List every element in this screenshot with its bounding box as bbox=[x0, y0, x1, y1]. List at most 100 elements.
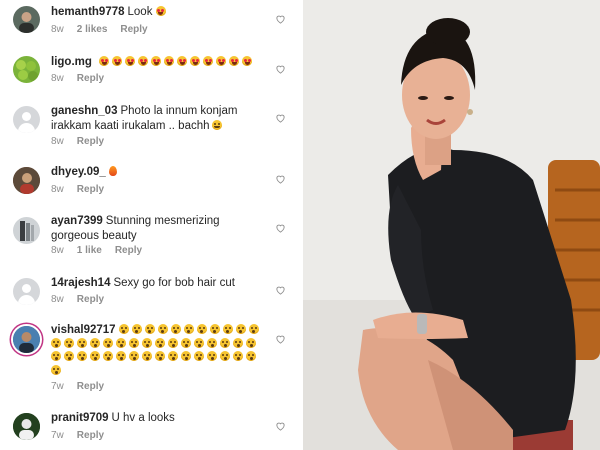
like-heart-icon[interactable] bbox=[275, 285, 286, 295]
comment-body: ganeshn_03 Photo la innum konjam irakkam … bbox=[51, 104, 266, 133]
comment-username[interactable]: dhyey.09_ bbox=[51, 166, 106, 178]
wow-emoji-icon bbox=[103, 337, 113, 348]
reply-button[interactable]: Reply bbox=[77, 430, 104, 441]
heart-eyes-emoji-icon bbox=[242, 56, 253, 66]
avatar-default[interactable] bbox=[13, 106, 40, 133]
comment-username[interactable]: hemanth9778 bbox=[51, 6, 125, 18]
wow-emoji-icon bbox=[131, 324, 142, 334]
heart-eyes-emoji-icon bbox=[155, 6, 166, 16]
reply-button[interactable]: Reply bbox=[77, 381, 104, 392]
heart-eyes-emoji-icon bbox=[216, 56, 227, 66]
heart-eyes-emoji-icon bbox=[125, 56, 136, 66]
hugging-emoji-icon bbox=[211, 119, 222, 130]
like-heart-icon[interactable] bbox=[275, 223, 286, 233]
comment-username[interactable]: vishal92717 bbox=[51, 324, 116, 336]
comment-text: Look bbox=[127, 6, 153, 18]
wow-emoji-icon bbox=[248, 324, 259, 334]
reply-button[interactable]: Reply bbox=[77, 184, 104, 195]
comment-username[interactable]: ligo.mg bbox=[51, 56, 92, 68]
comment-body: hemanth9778 Look bbox=[51, 5, 266, 20]
heart-eyes-emoji-icon bbox=[177, 56, 188, 66]
comments-panel: hemanth9778 Look 8w 2 likes Reply ligo.mg 8… bbox=[0, 0, 300, 450]
wow-emoji-icon bbox=[77, 351, 87, 361]
wow-emoji-icon bbox=[64, 351, 74, 361]
comment-username[interactable]: pranit9709 bbox=[51, 412, 109, 424]
wow-emoji-icon bbox=[90, 351, 100, 361]
heart-eyes-emoji-icon bbox=[99, 56, 110, 66]
comment-body: pranit9709 U hv a looks bbox=[51, 411, 266, 426]
avatar-photo-icon bbox=[16, 60, 38, 81]
like-heart-icon[interactable] bbox=[275, 64, 286, 74]
avatar[interactable] bbox=[13, 56, 40, 83]
avatar-default[interactable] bbox=[13, 278, 40, 305]
comment-time: 8w bbox=[51, 136, 64, 147]
avatar[interactable] bbox=[13, 167, 40, 194]
comment-meta: 8w 2 likes Reply bbox=[51, 24, 161, 35]
comment-time: 8w bbox=[51, 245, 64, 256]
avatar-photo-icon bbox=[20, 221, 34, 241]
comment-body: vishal92717 bbox=[51, 324, 266, 378]
comment-username[interactable]: 14rajesh14 bbox=[51, 277, 110, 289]
wow-emoji-icon bbox=[222, 324, 233, 334]
wow-emoji-icon bbox=[116, 337, 126, 348]
comment-meta: 7w Reply bbox=[51, 430, 117, 441]
post-photo[interactable] bbox=[303, 0, 600, 450]
comment-time: 8w bbox=[51, 184, 64, 195]
comment-meta: 8w Reply bbox=[51, 294, 117, 305]
wow-emoji-icon bbox=[129, 337, 139, 348]
comment-body: 14rajesh14 Sexy go for bob hair cut bbox=[51, 276, 266, 291]
like-heart-icon[interactable] bbox=[275, 113, 286, 123]
wow-emoji-icon bbox=[220, 351, 230, 361]
wow-emoji-icon bbox=[157, 324, 168, 334]
like-heart-icon[interactable] bbox=[275, 14, 286, 24]
wow-emoji-icon bbox=[90, 337, 100, 348]
wow-emoji-icon bbox=[103, 351, 113, 361]
comment-username[interactable]: ayan7399 bbox=[51, 215, 103, 227]
avatar[interactable] bbox=[13, 6, 40, 33]
avatar-photo-icon bbox=[13, 326, 40, 353]
wow-emoji-icon bbox=[207, 337, 217, 348]
wow-emoji-icon bbox=[170, 324, 181, 334]
heart-eyes-emoji-icon bbox=[112, 56, 123, 66]
wow-emoji-icon bbox=[51, 337, 61, 348]
comment-time: 8w bbox=[51, 24, 64, 35]
wow-emoji-icon bbox=[194, 351, 204, 361]
wow-emoji-icon bbox=[51, 351, 61, 361]
comment-likes[interactable]: 2 likes bbox=[77, 24, 108, 35]
comment-time: 7w bbox=[51, 381, 64, 392]
heart-eyes-emoji-icon bbox=[190, 56, 201, 66]
wow-emoji-icon bbox=[51, 364, 61, 375]
comment-time: 8w bbox=[51, 73, 64, 84]
avatar[interactable] bbox=[13, 217, 40, 244]
heart-eyes-emoji-icon bbox=[229, 56, 240, 66]
wow-emoji-icon bbox=[181, 351, 191, 361]
wow-emoji-icon bbox=[194, 337, 204, 348]
comment-meta: 7w Reply bbox=[51, 381, 117, 392]
wow-emoji-icon bbox=[155, 337, 165, 348]
reply-button[interactable]: Reply bbox=[77, 294, 104, 305]
comment-body: dhyey.09_ bbox=[51, 165, 266, 180]
wow-emoji-icon bbox=[183, 324, 194, 334]
reply-button[interactable]: Reply bbox=[115, 245, 142, 256]
reply-button[interactable]: Reply bbox=[77, 73, 104, 84]
comment-text: U hv a looks bbox=[111, 412, 175, 424]
emoji-row bbox=[99, 56, 255, 68]
avatar-story-ring[interactable] bbox=[13, 326, 40, 353]
reply-button[interactable]: Reply bbox=[120, 24, 147, 35]
like-heart-icon[interactable] bbox=[275, 174, 286, 184]
like-heart-icon[interactable] bbox=[275, 421, 286, 431]
comment-username[interactable]: ganeshn_03 bbox=[51, 105, 117, 117]
comment-likes[interactable]: 1 like bbox=[77, 245, 102, 256]
reply-button[interactable]: Reply bbox=[77, 136, 104, 147]
like-heart-icon[interactable] bbox=[275, 334, 286, 344]
wow-emoji-icon bbox=[207, 351, 217, 361]
wow-emoji-icon bbox=[142, 337, 152, 348]
wow-emoji-icon bbox=[196, 324, 207, 334]
wow-emoji-icon bbox=[118, 324, 129, 334]
comment-meta: 8w 1 like Reply bbox=[51, 245, 155, 256]
avatar-photo-icon bbox=[13, 167, 40, 194]
avatar-photo-icon bbox=[19, 12, 34, 33]
wow-emoji-icon bbox=[64, 337, 74, 348]
avatar[interactable] bbox=[13, 413, 40, 440]
wow-emoji-icon bbox=[220, 337, 230, 348]
